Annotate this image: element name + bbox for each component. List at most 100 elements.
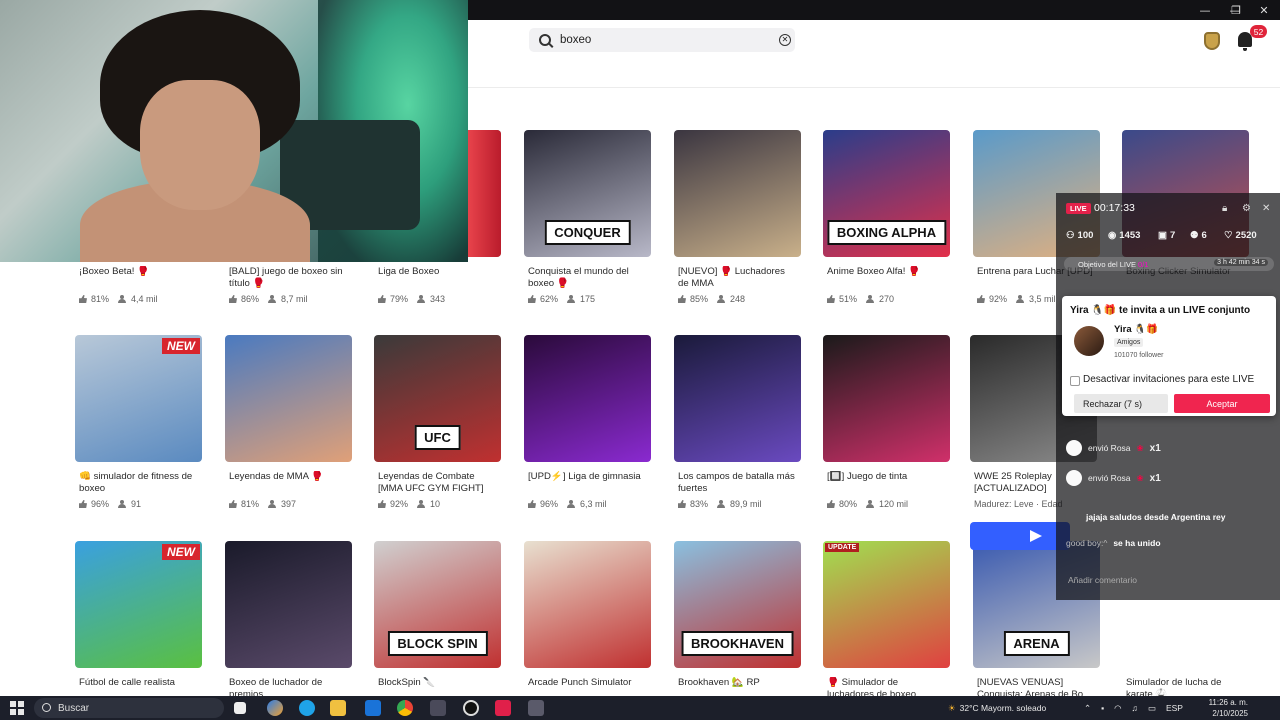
disable-invites-checkbox[interactable]: [1070, 376, 1080, 386]
game-card[interactable]: CONQUER Conquista el mundo del boxeo 🥊 62%…: [524, 130, 651, 304]
play-button[interactable]: [970, 522, 1070, 550]
live-stat-gifts: ▣ 7: [1158, 230, 1176, 241]
game-title[interactable]: Anime Boxeo Alfa! 🥊: [827, 266, 946, 289]
search-input[interactable]: boxeo: [560, 34, 779, 46]
chrome-icon[interactable]: [397, 700, 413, 716]
store-icon[interactable]: [430, 700, 446, 716]
game-card[interactable]: UFC Leyendas de Combate [MMA UFC GYM FIGH…: [374, 335, 501, 509]
roblox-icon[interactable]: [528, 700, 544, 716]
rose-icon: ❀: [1136, 472, 1144, 483]
robux-shield-icon[interactable]: [1204, 32, 1220, 50]
game-title[interactable]: Leyendas de Combate [MMA UFC GYM FIGHT]: [378, 471, 497, 494]
game-thumbnail[interactable]: BLOCK SPIN: [374, 541, 501, 668]
game-title[interactable]: Leyendas de MMA 🥊: [229, 471, 348, 494]
chat-text: se ha unido: [1113, 538, 1161, 548]
minimize-icon[interactable]: —: [1189, 0, 1221, 20]
edge-icon[interactable]: [299, 700, 315, 716]
settings-icon[interactable]: ⚙: [1242, 203, 1251, 214]
close-icon[interactable]: ✕: [1262, 203, 1270, 214]
lock-icon[interactable]: 🔒︎: [1222, 203, 1227, 214]
game-title[interactable]: [BALD] juego de boxeo sin título 🥊: [229, 266, 348, 289]
game-thumbnail[interactable]: BOXING ALPHA: [823, 130, 950, 257]
game-card[interactable]: [🔲] Juego de tinta 80% 120 mil: [823, 335, 950, 509]
game-title[interactable]: Liga de Boxeo: [378, 266, 497, 289]
game-thumbnail[interactable]: BROOKHAVEN: [674, 541, 801, 668]
game-thumbnail[interactable]: [524, 541, 651, 668]
search-bar[interactable]: boxeo ✕: [529, 28, 795, 52]
game-card[interactable]: UPDATE 🥊 Simulador de luchadores de boxeo: [823, 541, 950, 700]
game-card[interactable]: BROOKHAVEN Brookhaven 🏡 RP: [674, 541, 801, 700]
game-thumbnail-art: [225, 335, 352, 462]
game-stats: 81% 397: [229, 499, 348, 509]
gift-count: x1: [1149, 442, 1161, 454]
game-card[interactable]: NEW 👊 simulador de fitness de boxeo 96% 91: [75, 335, 202, 509]
goal-progress: 0/1: [1138, 259, 1149, 269]
copilot-icon[interactable]: [267, 700, 283, 716]
game-thumbnail[interactable]: UPDATE: [823, 541, 950, 668]
thumbnail-logo-text: BROOKHAVEN: [681, 631, 794, 656]
game-card[interactable]: BOXING ALPHA Anime Boxeo Alfa! 🥊 51% 270: [823, 130, 950, 304]
game-thumbnail[interactable]: NEW: [75, 541, 202, 668]
game-thumbnail-art: [674, 335, 801, 462]
game-card[interactable]: [NUEVO] 🥊 Luchadores de MMA 85% 248: [674, 130, 801, 304]
thumbnail-logo-text: BOXING ALPHA: [826, 220, 947, 245]
game-title[interactable]: Conquista el mundo del boxeo 🥊: [528, 266, 647, 289]
file-explorer-icon[interactable]: [330, 700, 346, 716]
game-title[interactable]: 👊 simulador de fitness de boxeo: [79, 471, 198, 494]
players-icon: [717, 500, 726, 508]
game-card[interactable]: Arcade Punch Simulator: [524, 541, 651, 700]
game-thumbnail[interactable]: [225, 335, 352, 462]
task-view-icon[interactable]: [234, 702, 246, 714]
thumbnail-logo-text: UFC: [414, 425, 461, 450]
game-card[interactable]: NEW Fútbol de calle realista: [75, 541, 202, 700]
game-thumbnail[interactable]: [674, 130, 801, 257]
partial-game-card[interactable]: [468, 130, 501, 257]
taskbar-search[interactable]: Buscar: [34, 698, 224, 718]
taskbar-clock[interactable]: 11:26 a. m. 2/10/2025: [1209, 697, 1248, 719]
game-thumbnail[interactable]: CONQUER: [524, 130, 651, 257]
game-card[interactable]: Los campos de batalla más fuertes 83% 89,9…: [674, 335, 801, 509]
game-title[interactable]: [🔲] Juego de tinta: [827, 471, 946, 494]
update-badge: UPDATE: [825, 543, 860, 552]
clear-search-icon[interactable]: ✕: [779, 34, 791, 46]
game-card[interactable]: Leyendas de MMA 🥊 81% 397: [225, 335, 352, 509]
game-thumbnail[interactable]: [823, 335, 950, 462]
game-title[interactable]: [UPD⚡] Liga de gimnasia: [528, 471, 647, 494]
tray-app-icon[interactable]: ▪: [1101, 703, 1104, 713]
accept-button[interactable]: Aceptar: [1174, 394, 1270, 413]
tray-chevron-icon[interactable]: ⌃: [1084, 703, 1091, 714]
battery-icon[interactable]: ▭: [1148, 703, 1156, 714]
weather-widget[interactable]: ☀ 32°C Mayorm. soleado: [948, 696, 1046, 720]
heart-icon: ♡: [1224, 230, 1233, 241]
game-title[interactable]: [NUEVO] 🥊 Luchadores de MMA: [678, 266, 797, 289]
game-card[interactable]: BLOCK SPIN BlockSpin 🔪: [374, 541, 501, 700]
thumbs-up-icon: [528, 295, 536, 303]
tiktok-live-icon[interactable]: [495, 700, 511, 716]
live-stat-viewers: ◉ 1453: [1108, 230, 1141, 241]
avatar[interactable]: [1074, 326, 1104, 356]
game-title[interactable]: ¡Boxeo Beta! 🥊: [79, 266, 198, 289]
game-title[interactable]: Los campos de batalla más fuertes: [678, 471, 797, 494]
reject-button[interactable]: Rechazar (7 s): [1074, 394, 1168, 413]
game-players: 91: [131, 499, 142, 509]
game-stats: 96% 91: [79, 499, 198, 509]
language-indicator[interactable]: ESP: [1166, 703, 1183, 713]
game-card[interactable]: [UPD⚡] Liga de gimnasia 96% 6,3 mil: [524, 335, 651, 509]
windows-start-icon[interactable]: [10, 701, 24, 715]
game-thumbnail[interactable]: UFC: [374, 335, 501, 462]
live-goal-bar[interactable]: Objetivo del LIVE 0/1 3 h 42 min 34 s: [1064, 257, 1274, 271]
thumbnail-logo-text: BLOCK SPIN: [387, 631, 488, 656]
game-thumbnail-art: [225, 541, 352, 668]
wifi-icon[interactable]: ◠: [1114, 703, 1121, 714]
outlook-icon[interactable]: [365, 700, 381, 716]
game-thumbnail[interactable]: [524, 335, 651, 462]
game-thumbnail[interactable]: [225, 541, 352, 668]
game-card[interactable]: Boxeo de luchador de premios: [225, 541, 352, 700]
close-button[interactable]: ✕: [1248, 0, 1280, 20]
game-thumbnail[interactable]: NEW: [75, 335, 202, 462]
obs-icon[interactable]: [463, 700, 479, 716]
comment-input[interactable]: Añadir comentario: [1060, 570, 1256, 590]
game-thumbnail[interactable]: [674, 335, 801, 462]
volume-icon[interactable]: ♫: [1132, 703, 1138, 713]
chat-join-line: good boy:^ se ha unido: [1066, 538, 1161, 548]
